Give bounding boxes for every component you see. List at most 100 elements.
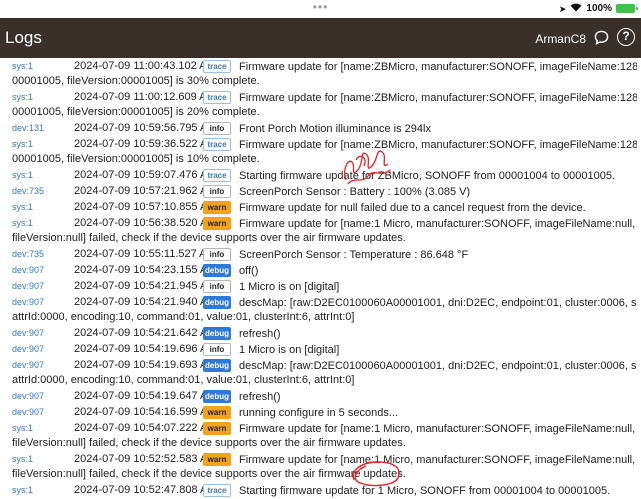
log-row: dev:907 2024-07-09 10:54:21.642 AM debug re… xyxy=(0,325,641,341)
log-level-badge: warn xyxy=(203,201,231,214)
log-level-badge: info xyxy=(203,280,231,293)
log-message: refresh() xyxy=(239,328,281,340)
log-timestamp: 2024-07-09 10:54:23.155 AM xyxy=(74,264,217,276)
log-level-badge: info xyxy=(203,343,231,356)
log-source-link[interactable]: dev:131 xyxy=(12,123,44,133)
log-timestamp: 2024-07-09 10:54:21.642 AM xyxy=(74,327,217,339)
battery-percent: 100% xyxy=(586,3,612,14)
log-source-link[interactable]: dev:907 xyxy=(12,344,44,354)
log-timestamp: 2024-07-09 10:52:47.808 AM xyxy=(74,484,217,496)
log-source-link[interactable]: sys:1 xyxy=(12,485,33,495)
log-message: ScreenPorch Sensor : Temperature : 86.64… xyxy=(239,249,469,261)
log-row: dev:907 2024-07-09 10:54:19.696 AM info 1 M… xyxy=(0,341,641,357)
log-message: Firmware update for [name:ZBMicro, manuf… xyxy=(239,61,637,73)
log-source-link[interactable]: dev:735 xyxy=(12,186,44,196)
log-message-continued: 00001005, fileVersion:00001005] is 10% c… xyxy=(12,153,260,165)
log-timestamp: 2024-07-09 10:59:07.476 AM xyxy=(74,169,217,181)
log-source-link[interactable]: dev:907 xyxy=(12,391,44,401)
log-timestamp: 2024-07-09 10:54:16.599 AM xyxy=(74,406,217,418)
log-message: Firmware update for [name:1 Micro, manuf… xyxy=(239,423,636,435)
log-row: dev:907 2024-07-09 10:54:23.155 AM debug of… xyxy=(0,262,641,278)
log-source-link[interactable]: sys:1 xyxy=(12,202,33,212)
log-message: descMap: [raw:D2EC0100060A00001001, dni:… xyxy=(239,360,637,372)
log-source-link[interactable]: dev:907 xyxy=(12,297,44,307)
log-message: ScreenPorch Sensor : Battery : 100% (3.0… xyxy=(239,186,471,198)
log-source-link[interactable]: sys:1 xyxy=(12,218,33,228)
chat-icon[interactable] xyxy=(594,30,609,45)
help-icon[interactable]: ? xyxy=(617,28,635,46)
status-indicators: ➤ 100% xyxy=(559,3,638,14)
log-message: Front Porch Motion illuminance is 294lx xyxy=(239,123,431,135)
log-row: sys:1 2024-07-09 10:59:07.476 AM trace Star… xyxy=(0,167,641,183)
log-timestamp: 2024-07-09 10:56:38.520 AM xyxy=(74,217,217,229)
log-row: dev:907 2024-07-09 10:54:21.940 AM debug de… xyxy=(0,294,641,325)
log-list: sys:1 2024-07-09 11:00:43.102 AM trace Firm… xyxy=(0,58,641,499)
log-timestamp: 2024-07-09 10:54:07.222 AM xyxy=(74,422,217,434)
log-source-link[interactable]: sys:1 xyxy=(12,139,33,149)
log-row: sys:1 2024-07-09 10:59:36.522 AM trace Firm… xyxy=(0,136,641,167)
log-timestamp: 2024-07-09 10:54:19.647 AM xyxy=(74,390,217,402)
log-source-link[interactable]: sys:1 xyxy=(12,92,33,102)
log-message-continued: fileVersion:null] failed, check if the d… xyxy=(12,468,406,480)
log-source-link[interactable]: sys:1 xyxy=(12,454,33,464)
status-bar: ••• ➤ 100% xyxy=(0,0,641,18)
log-message-continued: attrId:0000, encoding:10, command:01, va… xyxy=(12,311,355,323)
log-message: Firmware update for [name:1 Micro, manuf… xyxy=(239,218,636,230)
log-row: sys:1 2024-07-09 11:00:43.102 AM trace Firm… xyxy=(0,58,641,89)
log-timestamp: 2024-07-09 10:57:10.855 AM xyxy=(74,201,217,213)
log-message: Firmware update for [name:ZBMicro, manuf… xyxy=(239,139,637,151)
log-row: dev:735 2024-07-09 10:57:21.962 AM info Scr… xyxy=(0,183,641,199)
log-message: 1 Micro is on [digital] xyxy=(239,281,340,293)
log-timestamp: 2024-07-09 10:54:21.945 AM xyxy=(74,280,217,292)
multitask-dots-icon[interactable]: ••• xyxy=(313,1,329,13)
log-message-continued: 00001005, fileVersion:00001005] is 30% c… xyxy=(12,75,260,87)
log-level-badge: warn xyxy=(203,406,231,419)
app-header: Logs ArmanC8 ? xyxy=(0,18,641,58)
user-name[interactable]: ArmanC8 xyxy=(535,32,586,46)
log-level-badge: info xyxy=(203,122,231,135)
log-message-continued: fileVersion:null] failed, check if the d… xyxy=(12,232,406,244)
log-timestamp: 2024-07-09 11:00:43.102 AM xyxy=(74,60,216,72)
log-level-badge: trace xyxy=(203,138,231,151)
log-message: descMap: [raw:D2EC0100060A00001001, dni:… xyxy=(239,297,637,309)
wifi-icon xyxy=(570,3,582,14)
log-level-badge: debug xyxy=(203,359,231,372)
log-row: sys:1 2024-07-09 10:56:38.520 AM warn Firmw… xyxy=(0,215,641,246)
log-source-link[interactable]: dev:907 xyxy=(12,328,44,338)
log-level-badge: trace xyxy=(203,484,231,497)
battery-icon xyxy=(616,4,638,13)
log-message-continued: fileVersion:null] failed, check if the d… xyxy=(12,437,406,449)
log-message: Firmware update for null failed due to a… xyxy=(239,202,586,214)
log-source-link[interactable]: dev:907 xyxy=(12,265,44,275)
log-row: dev:907 2024-07-09 10:54:19.647 AM debug re… xyxy=(0,388,641,404)
log-message: running configure in 5 seconds... xyxy=(239,407,398,419)
log-timestamp: 2024-07-09 10:59:36.522 AM xyxy=(74,138,217,150)
log-timestamp: 2024-07-09 10:54:19.696 AM xyxy=(74,343,217,355)
log-level-badge: trace xyxy=(203,91,231,104)
log-message-continued: attrId:0000, encoding:10, command:01, va… xyxy=(12,374,355,386)
log-source-link[interactable]: dev:735 xyxy=(12,249,44,259)
log-level-badge: trace xyxy=(203,60,231,73)
log-level-badge: warn xyxy=(203,453,231,466)
log-message: Firmware update for [name:1 Micro, manuf… xyxy=(239,454,636,466)
log-timestamp: 2024-07-09 10:52:52.583 AM xyxy=(74,453,217,465)
log-level-badge: debug xyxy=(203,264,231,277)
log-row: dev:131 2024-07-09 10:59:56.795 AM info Fro… xyxy=(0,120,641,136)
page-title: Logs xyxy=(5,28,42,47)
log-level-badge: debug xyxy=(203,327,231,340)
log-source-link[interactable]: dev:907 xyxy=(12,360,44,370)
log-source-link[interactable]: sys:1 xyxy=(12,61,33,71)
log-message-continued: 00001005, fileVersion:00001005] is 20% c… xyxy=(12,106,260,118)
log-row: sys:1 2024-07-09 10:52:47.808 AM trace Star… xyxy=(0,482,641,498)
log-timestamp: 2024-07-09 10:54:21.940 AM xyxy=(74,296,217,308)
log-source-link[interactable]: dev:907 xyxy=(12,281,44,291)
log-source-link[interactable]: sys:1 xyxy=(12,423,33,433)
log-row: dev:907 2024-07-09 10:54:19.693 AM debug de… xyxy=(0,357,641,388)
log-message: Firmware update for [name:ZBMicro, manuf… xyxy=(239,92,637,104)
log-source-link[interactable]: dev:907 xyxy=(12,407,44,417)
log-level-badge: warn xyxy=(203,422,231,435)
log-source-link[interactable]: sys:1 xyxy=(12,170,33,180)
log-level-badge: trace xyxy=(203,169,231,182)
log-message: off() xyxy=(239,265,259,277)
log-row: sys:1 2024-07-09 10:57:10.855 AM warn Firmw… xyxy=(0,199,641,215)
